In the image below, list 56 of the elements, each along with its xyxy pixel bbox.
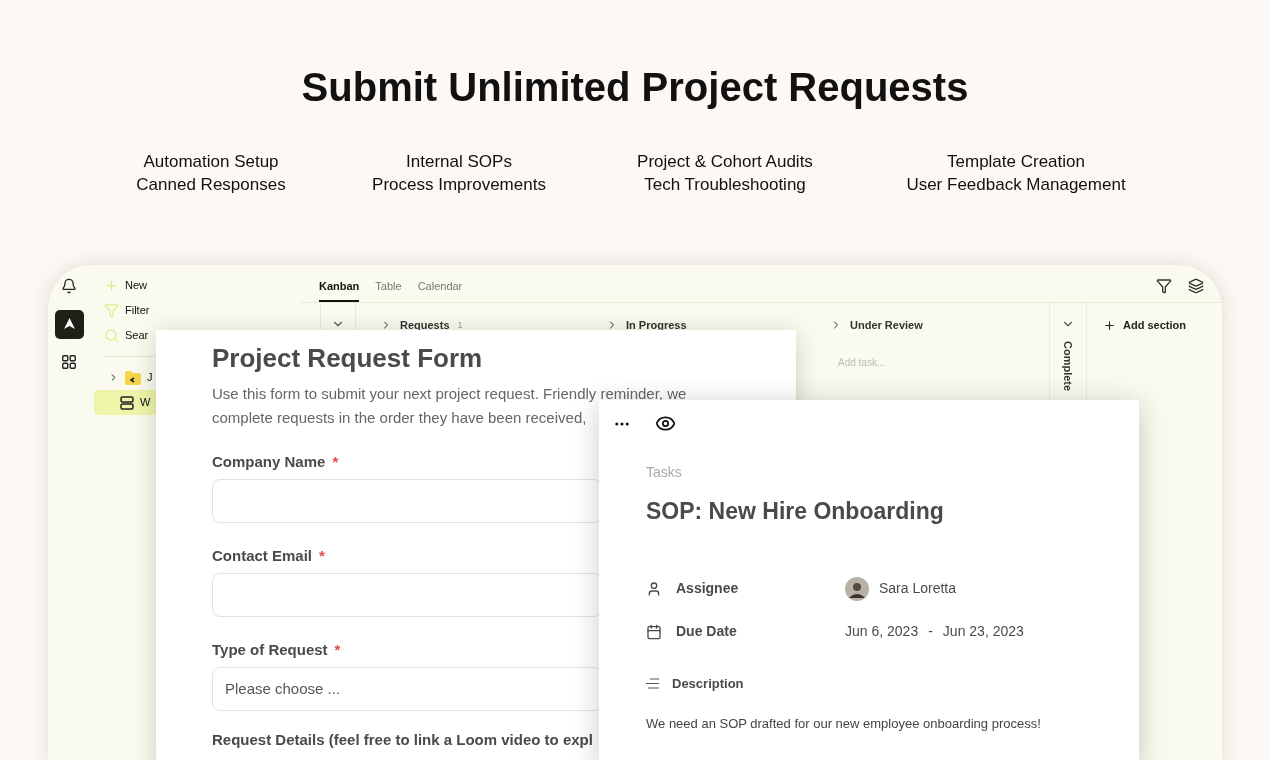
- description-icon: [646, 678, 659, 690]
- form-title: Project Request Form: [212, 342, 484, 374]
- required-mark: *: [332, 453, 339, 471]
- calendar-icon: [646, 623, 662, 640]
- form-description: Use this form to submit your next project request. Friendly reminder, we: [212, 384, 687, 404]
- sidebar-action[interactable]: Filter: [104, 298, 150, 323]
- assignee-name[interactable]: Sara Loretta: [879, 578, 957, 599]
- person-icon: [646, 580, 662, 597]
- collapsed-section-title[interactable]: Complete: [1059, 341, 1077, 392]
- form-description: complete requests in the order they have been received,: [212, 408, 587, 428]
- grid-icon[interactable]: [62, 355, 76, 369]
- view-tab[interactable]: Table: [375, 272, 402, 302]
- required-mark: *: [319, 547, 325, 565]
- start-date[interactable]: Jun 6, 2023: [845, 621, 919, 642]
- view-tab[interactable]: Kanban: [319, 272, 360, 302]
- field-label: Company Name: [212, 453, 326, 471]
- stack-icon: [120, 395, 134, 410]
- plus-icon: [104, 278, 119, 293]
- task-title: SOP: New Hire Onboarding: [646, 497, 945, 525]
- layers-icon[interactable]: [1188, 278, 1204, 294]
- section-header[interactable]: In Progress: [606, 317, 806, 334]
- section-label: Description: [672, 675, 744, 693]
- tree-item[interactable]: J: [104, 365, 153, 390]
- field-label: Contact Email: [212, 547, 313, 565]
- property-label: Assignee: [676, 579, 739, 598]
- search-icon: [104, 328, 119, 343]
- field-label: Type of Request: [212, 641, 328, 659]
- feature-text: Automation Setup: [143, 151, 279, 173]
- property-label: Due Date: [676, 622, 737, 641]
- feature-text: Tech Troubleshooting: [644, 174, 806, 196]
- avatar: [845, 576, 869, 601]
- sidebar-action[interactable]: Sear: [104, 323, 149, 348]
- required-mark: *: [334, 641, 341, 659]
- feature-text: Canned Responses: [136, 174, 286, 196]
- feature-text: Project & Cohort Audits: [637, 151, 813, 173]
- task-description: We need an SOP drafted for our new employee onboarding process!: [646, 714, 1042, 733]
- field-label: Request Details (feel free to link a Loom video to expl: [212, 731, 593, 749]
- date-separator: -: [928, 622, 933, 641]
- end-date[interactable]: Jun 23, 2023: [942, 621, 1024, 642]
- section-header[interactable]: Under Review: [830, 317, 1049, 334]
- plus-icon: [1103, 318, 1116, 332]
- app-logo[interactable]: [54, 310, 84, 339]
- feature-text: Internal SOPs: [406, 151, 512, 173]
- feature-text: Template Creation: [947, 151, 1085, 173]
- filter-icon[interactable]: [1156, 278, 1172, 294]
- filter-icon: [104, 303, 119, 318]
- bell-icon[interactable]: [61, 278, 77, 294]
- sidebar-action[interactable]: New: [104, 273, 147, 298]
- folder-icon: [125, 370, 141, 385]
- tree-item[interactable]: W: [94, 390, 156, 415]
- feature-text: Process Improvements: [372, 174, 546, 196]
- section-header[interactable]: Requests 1: [380, 317, 582, 334]
- view-tab[interactable]: Calendar: [417, 272, 463, 302]
- add-section-button[interactable]: Add section: [1103, 317, 1186, 334]
- page-heading: Submit Unlimited Project Requests: [301, 64, 969, 111]
- feature-text: User Feedback Management: [906, 174, 1126, 196]
